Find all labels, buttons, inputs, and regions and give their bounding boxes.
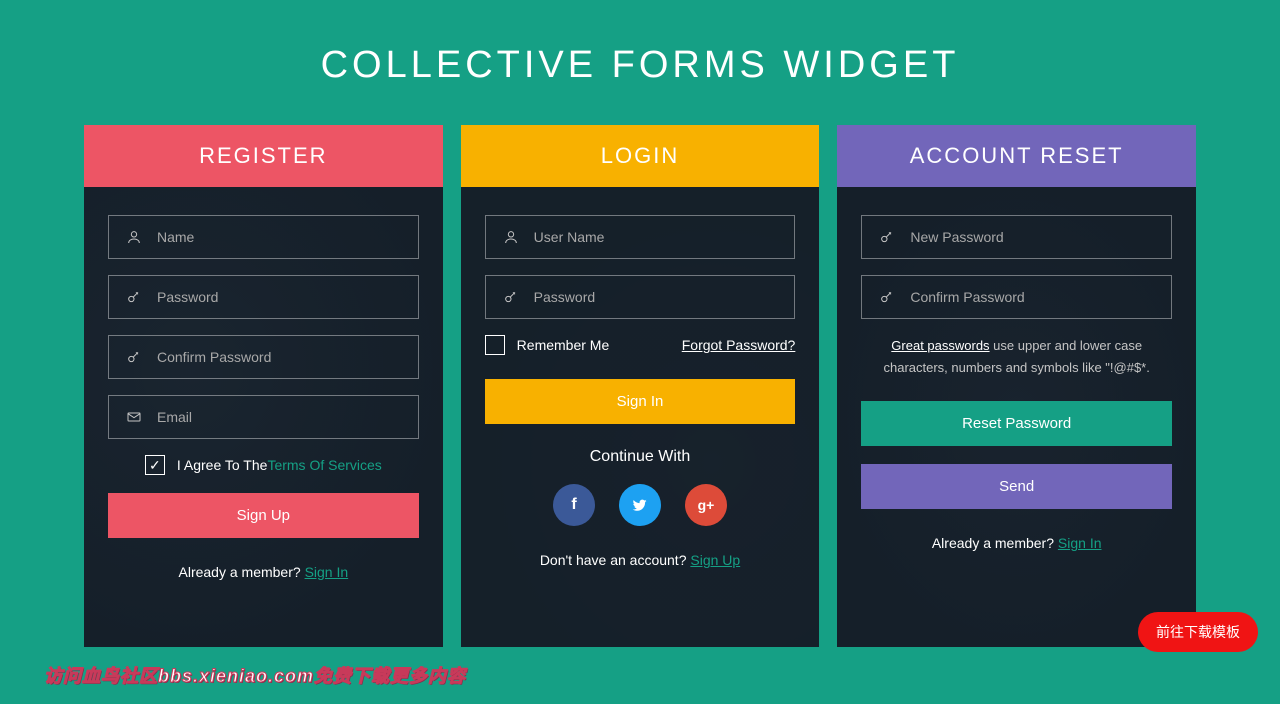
- cards-container: REGISTER I Agree To The Terms Of S: [0, 125, 1280, 647]
- login-body: Remember Me Forgot Password? Sign In Con…: [461, 187, 820, 647]
- envelope-icon: [123, 409, 145, 425]
- forgot-password-link[interactable]: Forgot Password?: [682, 337, 796, 353]
- key-icon: [123, 349, 145, 365]
- download-template-button[interactable]: 前往下载模板: [1138, 612, 1258, 652]
- signin-button[interactable]: Sign In: [485, 379, 796, 424]
- page-title: COLLECTIVE FORMS WIDGET: [0, 0, 1280, 125]
- signup-link[interactable]: Sign Up: [690, 552, 740, 568]
- remember-wrap: Remember Me: [485, 335, 610, 355]
- register-footer-text: Already a member?: [179, 564, 305, 580]
- google-plus-icon[interactable]: g+: [685, 484, 727, 526]
- terms-checkbox[interactable]: [145, 455, 165, 475]
- name-field: [108, 215, 419, 259]
- register-footer: Already a member? Sign In: [108, 564, 419, 580]
- send-button[interactable]: Send: [861, 464, 1172, 509]
- reset-confirm-field: [861, 275, 1172, 319]
- reset-header: ACCOUNT RESET: [837, 125, 1196, 187]
- register-header: REGISTER: [84, 125, 443, 187]
- email-input[interactable]: [157, 409, 404, 425]
- login-header: LOGIN: [461, 125, 820, 187]
- login-footer: Don't have an account? Sign Up: [485, 552, 796, 568]
- key-icon: [876, 229, 898, 245]
- key-icon: [500, 289, 522, 305]
- password-field: [108, 275, 419, 319]
- remember-label: Remember Me: [517, 337, 610, 353]
- social-row: f g+: [485, 484, 796, 526]
- login-password-input[interactable]: [534, 289, 781, 305]
- watermark-text: 访问血鸟社区bbs.xieniao.com免费下载更多内容: [44, 662, 466, 688]
- login-options-row: Remember Me Forgot Password?: [485, 335, 796, 355]
- login-footer-text: Don't have an account?: [540, 552, 691, 568]
- continue-with-label: Continue With: [485, 448, 796, 466]
- reset-footer: Already a member? Sign In: [861, 535, 1172, 551]
- new-password-field: [861, 215, 1172, 259]
- user-icon: [123, 229, 145, 245]
- username-field: [485, 215, 796, 259]
- password-hint: Great passwords use upper and lower case…: [861, 335, 1172, 379]
- password-input[interactable]: [157, 289, 404, 305]
- username-input[interactable]: [534, 229, 781, 245]
- login-password-field: [485, 275, 796, 319]
- register-card: REGISTER I Agree To The Terms Of S: [84, 125, 443, 647]
- register-body: I Agree To The Terms Of Services Sign Up…: [84, 187, 443, 647]
- signup-button[interactable]: Sign Up: [108, 493, 419, 538]
- email-field: [108, 395, 419, 439]
- confirm-password-field: [108, 335, 419, 379]
- name-input[interactable]: [157, 229, 404, 245]
- reset-card: ACCOUNT RESET Great passwords use upper …: [837, 125, 1196, 647]
- user-icon: [500, 229, 522, 245]
- reset-confirm-input[interactable]: [910, 289, 1157, 305]
- reset-body: Great passwords use upper and lower case…: [837, 187, 1196, 647]
- terms-prefix: I Agree To The: [177, 457, 268, 473]
- new-password-input[interactable]: [910, 229, 1157, 245]
- confirm-password-input[interactable]: [157, 349, 404, 365]
- reset-footer-text: Already a member?: [932, 535, 1058, 551]
- terms-row: I Agree To The Terms Of Services: [108, 455, 419, 475]
- signin-link[interactable]: Sign In: [305, 564, 349, 580]
- key-icon: [123, 289, 145, 305]
- twitter-icon[interactable]: [619, 484, 661, 526]
- login-card: LOGIN Remember Me Forgot Password? Sign …: [461, 125, 820, 647]
- reset-signin-link[interactable]: Sign In: [1058, 535, 1102, 551]
- hint-bold: Great passwords: [891, 338, 989, 353]
- facebook-icon[interactable]: f: [553, 484, 595, 526]
- reset-password-button[interactable]: Reset Password: [861, 401, 1172, 446]
- terms-link[interactable]: Terms Of Services: [267, 457, 381, 473]
- key-icon: [876, 289, 898, 305]
- remember-checkbox[interactable]: [485, 335, 505, 355]
